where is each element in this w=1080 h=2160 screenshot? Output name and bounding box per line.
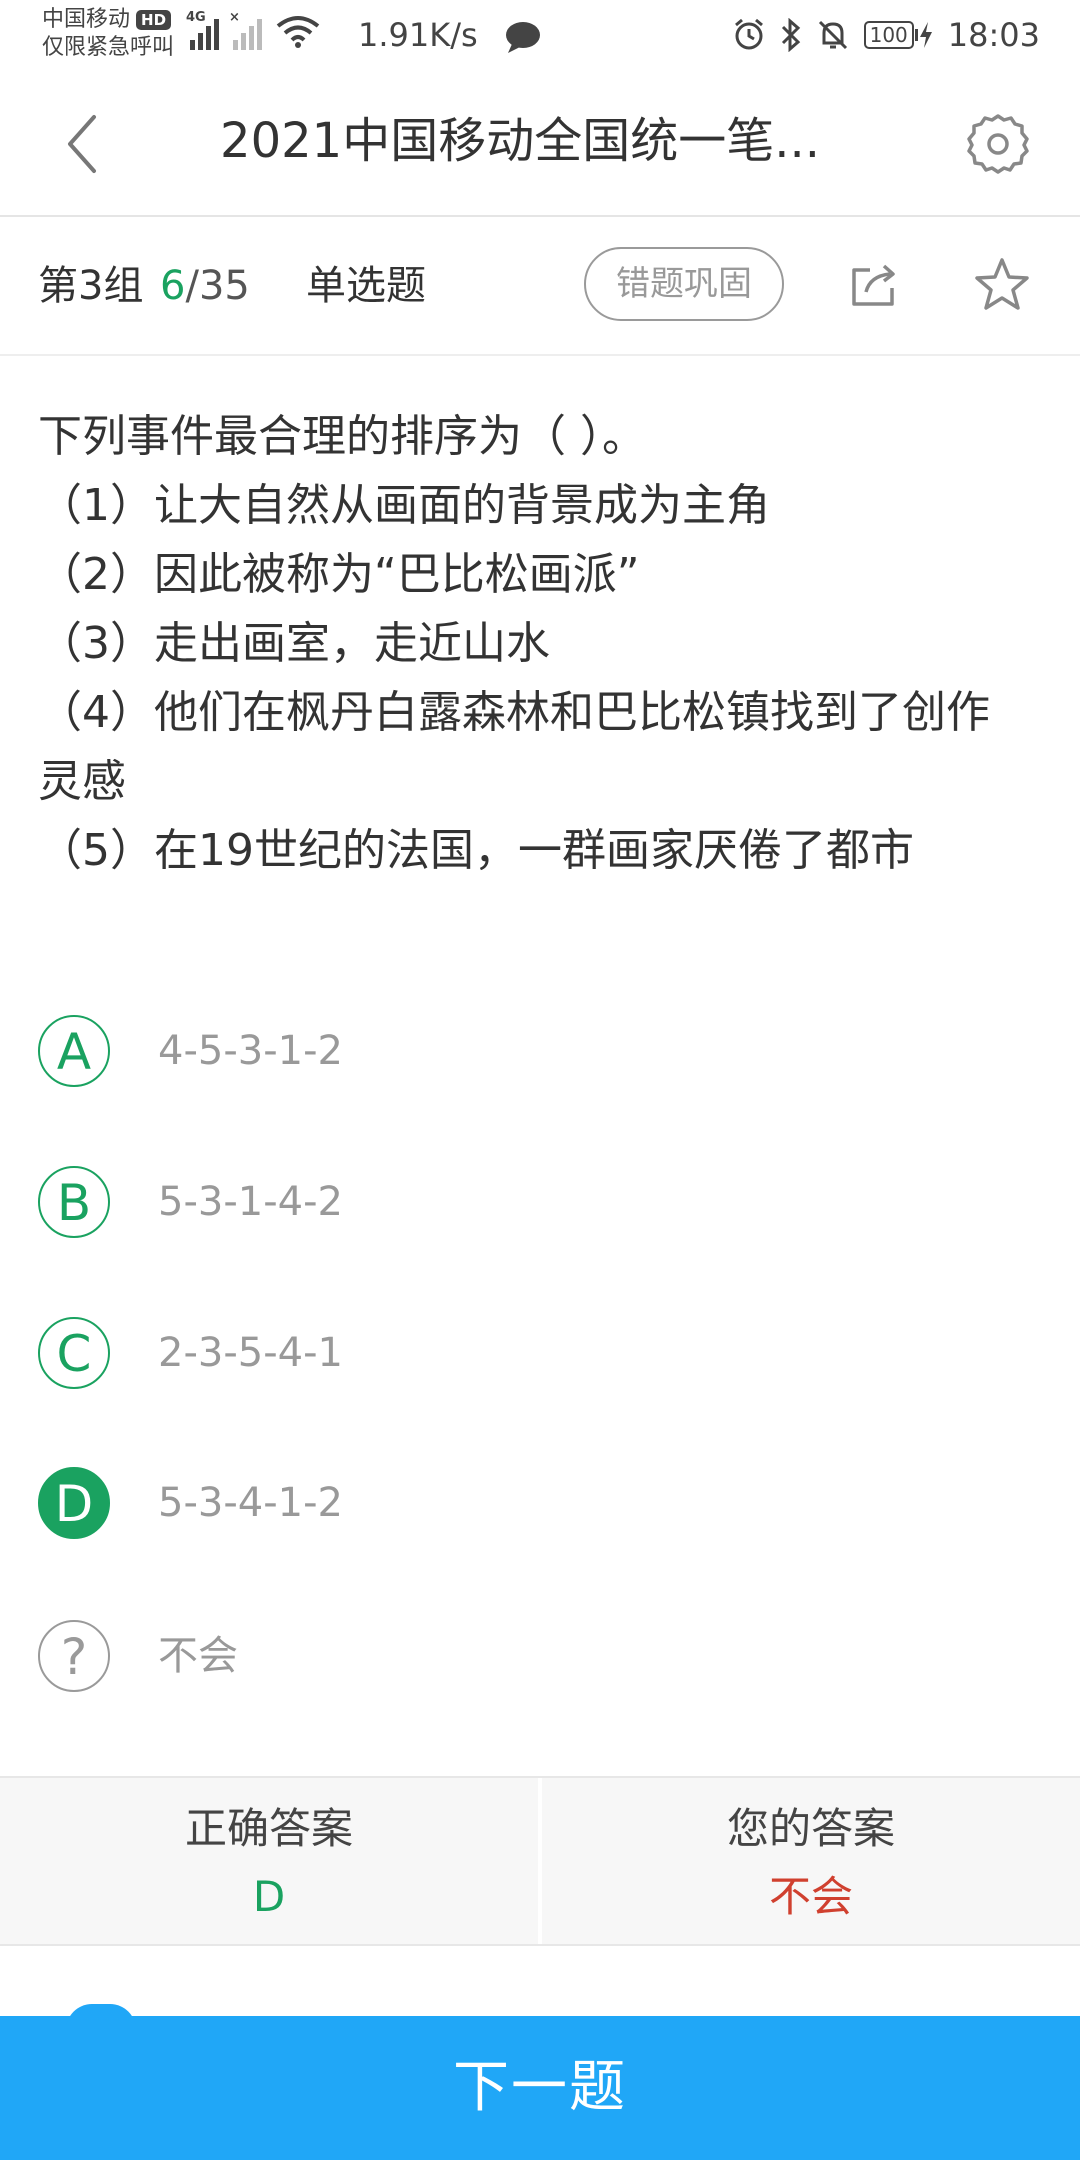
option-c[interactable]: C 2-3-5-4-1: [38, 1317, 1038, 1397]
network-type: 4G: [186, 10, 206, 25]
your-answer-value: 不会: [768, 1872, 853, 1921]
review-mistakes-button[interactable]: 错题巩固: [584, 247, 784, 321]
question-line: （3）走出画室，走近山水: [38, 618, 550, 669]
page-title: 2021中国移动全国统一笔...: [220, 113, 820, 169]
carrier-info: 中国移动 HD 仅限紧急呼叫: [42, 6, 174, 62]
question-info-bar: 第3组 6/35 单选题 错题巩固: [0, 217, 1080, 356]
option-b-text: 5-3-1-4-2: [158, 1179, 343, 1225]
option-c-text: 2-3-5-4-1: [158, 1330, 343, 1376]
signal-indicators: 4G ×: [186, 10, 320, 50]
your-answer-label: 您的答案: [726, 1804, 895, 1853]
status-bar: 中国移动 HD 仅限紧急呼叫 4G × 1.91K/s 100 18:03: [0, 0, 1080, 75]
question-line: （2）因此被称为“巴比松画派”: [38, 549, 640, 600]
group-label: 第3组: [38, 263, 144, 309]
wifi-icon: [276, 16, 320, 48]
message-icon: [506, 22, 540, 53]
back-button[interactable]: [50, 109, 120, 179]
emergency-text: 仅限紧急呼叫: [42, 35, 175, 60]
option-c-letter: C: [38, 1317, 110, 1389]
clock: 18:03: [947, 16, 1040, 54]
option-b-letter: B: [38, 1166, 110, 1238]
question-mark-icon: ?: [38, 1620, 110, 1692]
question-line: （5）在19世纪的法国，一群画家厌倦了都市: [38, 825, 914, 876]
favorite-star-icon[interactable]: [972, 255, 1032, 315]
battery-level: 100: [863, 21, 914, 49]
question-line: 下列事件最合理的排序为（ ）。: [38, 411, 646, 462]
option-a[interactable]: A 4-5-3-1-2: [38, 1015, 1038, 1095]
carrier-name: 中国移动: [42, 7, 131, 32]
bluetooth-icon: [781, 18, 800, 52]
mute-icon: [818, 20, 847, 50]
signal-sim2-icon: ×: [229, 10, 262, 50]
progress-separator: /: [185, 263, 199, 309]
option-dont-know[interactable]: ? 不会: [38, 1620, 1038, 1700]
question-line: （1）让大自然从画面的背景成为主角: [38, 480, 770, 531]
question-type: 单选题: [306, 263, 426, 309]
share-icon[interactable]: [848, 258, 900, 310]
alarm-icon: [734, 18, 763, 50]
correct-answer-label: 正确答案: [184, 1804, 353, 1853]
option-a-letter: A: [38, 1015, 110, 1087]
settings-gear-icon[interactable]: [966, 111, 1030, 175]
battery-icon: 100: [863, 20, 934, 50]
next-question-label: 下一题: [453, 2055, 627, 2120]
question-line: （4）他们在枫丹白露森林和巴比松镇找到了创作: [38, 687, 990, 738]
signal-strength-icon: 4G: [186, 10, 219, 50]
question-progress: 6/35: [160, 261, 250, 311]
correct-answer-column: 正确答案 D: [0, 1778, 538, 1944]
option-a-text: 4-5-3-1-2: [158, 1028, 343, 1074]
answer-panel: 正确答案 D 您的答案 不会: [0, 1776, 1080, 1946]
your-answer-column: 您的答案 不会: [542, 1778, 1080, 1944]
next-question-button[interactable]: 下一题: [0, 2004, 1080, 2160]
title-bar: 2021中国移动全国统一笔...: [0, 75, 1080, 217]
option-b[interactable]: B 5-3-1-4-2: [38, 1166, 1038, 1246]
correct-answer-value: D: [252, 1872, 286, 1921]
option-d-text: 5-3-4-1-2: [158, 1480, 343, 1526]
hd-badge: HD: [136, 10, 172, 30]
network-speed: 1.91K/s: [358, 16, 478, 54]
charging-icon: [919, 22, 932, 48]
floating-button-edge: [66, 2004, 136, 2030]
option-d[interactable]: D 5-3-4-1-2: [38, 1467, 1038, 1547]
question-line: 灵感: [38, 756, 126, 807]
status-right-group: 100 18:03: [732, 16, 1040, 54]
option-d-letter: D: [38, 1467, 110, 1539]
question-text: 下列事件最合理的排序为（ ）。 （1）让大自然从画面的背景成为主角 （2）因此被…: [38, 402, 1048, 885]
total-questions: 35: [198, 263, 250, 309]
current-question-number: 6: [160, 263, 186, 309]
option-dont-know-text: 不会: [158, 1633, 238, 1679]
